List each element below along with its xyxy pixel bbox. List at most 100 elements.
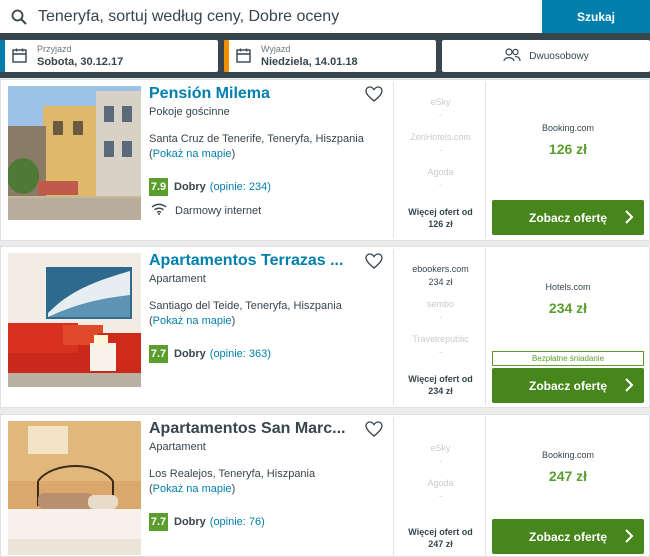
- hotel-card: Pensión Milema Pokoje gościnne Santa Cru…: [0, 79, 650, 241]
- provider-price: -: [439, 110, 442, 120]
- view-deal-button[interactable]: Zobacz ofertę: [492, 200, 644, 235]
- reviews-link[interactable]: (opinie: 234): [210, 181, 271, 193]
- view-deal-label: Zobacz ofertę: [528, 378, 607, 393]
- rating-badge: 7.7: [149, 345, 168, 363]
- show-on-map-link[interactable]: Pokaż na mapie: [153, 148, 232, 160]
- checkout-label: Wyjazd: [261, 44, 291, 54]
- provider-price: -: [439, 491, 442, 501]
- hotel-photo[interactable]: [8, 253, 141, 387]
- provider-price: -: [439, 312, 442, 322]
- checkin-value: Sobota, 30.12.17: [37, 56, 124, 68]
- search-input[interactable]: [38, 7, 528, 26]
- best-provider: Booking.com: [541, 123, 595, 133]
- reviews-link[interactable]: (opinie: 76): [210, 516, 265, 528]
- users-icon: [503, 47, 521, 65]
- hotel-type: Apartament: [149, 273, 206, 285]
- more-offers-label: Więcej ofert od: [408, 374, 473, 384]
- more-offers-price: 126 zł: [428, 219, 453, 229]
- more-offers-link[interactable]: Więcej ofert od 234 zł: [394, 373, 487, 397]
- provider-name[interactable]: eSky: [394, 97, 487, 107]
- hotel-card: Apartamentos Terrazas ... Apartament San…: [0, 246, 650, 408]
- heart-icon[interactable]: [365, 421, 383, 442]
- checkin-field[interactable]: Przyjazd Sobota, 30.12.17: [0, 40, 218, 72]
- hotel-name[interactable]: Apartamentos San Marc...: [149, 420, 346, 438]
- best-offer: Hotels.com 234 zł Bezpłatne śniadanie Zo…: [487, 247, 650, 407]
- provider-name[interactable]: ZenHotels.com: [394, 132, 487, 142]
- checkout-value: Niedziela, 14.01.18: [261, 56, 358, 68]
- hotel-photo[interactable]: [8, 86, 141, 220]
- checkout-field[interactable]: Wyjazd Niedziela, 14.01.18: [224, 40, 436, 72]
- more-offers-price: 247 zł: [428, 539, 453, 549]
- other-offers: ebookers.com 234 zł sembo - Travelrepubl…: [393, 249, 486, 405]
- rating-badge: 7.9: [149, 178, 168, 196]
- provider-name[interactable]: Travelrepublic: [394, 334, 487, 344]
- best-offer: Booking.com 126 zł Zobacz ofertę: [487, 80, 650, 240]
- rating: 7.7 Dobry (opinie: 363): [149, 345, 271, 363]
- rating-text: Dobry: [174, 181, 206, 193]
- view-deal-button[interactable]: Zobacz ofertę: [492, 519, 644, 554]
- room-type-label: Dwuosobowy: [529, 50, 589, 62]
- hotel-type: Pokoje gościnne: [149, 106, 230, 118]
- search-header: Szukaj Przyjazd Sobota, 30.12.17 Wyjazd …: [0, 0, 650, 78]
- hotel-card: Apartamentos San Marc... Apartament Los …: [0, 414, 650, 557]
- more-offers-link[interactable]: Więcej ofert od 126 zł: [394, 206, 487, 230]
- hotel-name[interactable]: Apartamentos Terrazas ...: [149, 252, 343, 270]
- view-deal-label: Zobacz ofertę: [528, 210, 607, 225]
- best-provider: Booking.com: [541, 450, 595, 460]
- provider-name[interactable]: Agoda: [394, 478, 487, 488]
- show-on-map-link[interactable]: Pokaż na mapie: [153, 483, 232, 495]
- checkin-label: Przyjazd: [37, 44, 72, 54]
- more-offers-label: Więcej ofert od: [408, 527, 473, 537]
- free-breakfast-badge: Bezpłatne śniadanie: [492, 351, 644, 366]
- heart-icon[interactable]: [365, 86, 383, 107]
- calendar-icon: [236, 48, 251, 68]
- checkout-accent: [224, 40, 229, 72]
- chevron-right-icon: [624, 528, 634, 547]
- other-offers: eSky - Agoda - Więcej ofert od 247 zł: [393, 417, 486, 556]
- room-type-selector[interactable]: Dwuosobowy: [442, 40, 650, 72]
- show-on-map-link[interactable]: Pokaż na mapie: [153, 315, 232, 327]
- rating-badge: 7.7: [149, 513, 168, 531]
- provider-price: -: [439, 456, 442, 466]
- best-price: 126 zł: [548, 141, 588, 157]
- chevron-right-icon: [624, 209, 634, 228]
- calendar-icon: [12, 48, 27, 68]
- amenity-wifi: Darmowy internet: [151, 203, 261, 218]
- hotel-address: Los Realejos, Teneryfa, Hiszpania: [149, 468, 316, 480]
- best-price: 247 zł: [548, 468, 588, 484]
- search-icon: [0, 0, 38, 33]
- hotel-address-block: Los Realejos, Teneryfa, Hiszpania (Pokaż…: [149, 467, 389, 497]
- rating: 7.9 Dobry (opinie: 234): [149, 178, 271, 196]
- chevron-right-icon: [624, 377, 634, 396]
- rating: 7.7 Dobry (opinie: 76): [149, 513, 265, 531]
- hotel-address-block: Santa Cruz de Tenerife, Teneryfa, Hiszpa…: [149, 132, 389, 162]
- provider-name[interactable]: eSky: [394, 443, 487, 453]
- view-deal-button[interactable]: Zobacz ofertę: [492, 368, 644, 403]
- provider-price: -: [439, 180, 442, 190]
- hotel-name[interactable]: Pensión Milema: [149, 85, 270, 103]
- checkin-accent: [0, 40, 5, 72]
- provider-price: 234 zł: [428, 277, 453, 287]
- search-button[interactable]: Szukaj: [542, 0, 650, 33]
- hotel-address: Santa Cruz de Tenerife, Teneryfa, Hiszpa…: [149, 133, 364, 145]
- provider-price: -: [439, 145, 442, 155]
- best-provider: Hotels.com: [545, 282, 591, 292]
- hotel-photo[interactable]: [8, 421, 141, 555]
- search-box[interactable]: [0, 0, 542, 33]
- other-offers: eSky - ZenHotels.com - Agoda - Więcej of…: [393, 82, 486, 238]
- reviews-link[interactable]: (opinie: 363): [210, 348, 271, 360]
- wifi-icon: [151, 203, 167, 218]
- hotel-address-block: Santiago del Teide, Teneryfa, Hiszpania …: [149, 299, 389, 329]
- view-deal-label: Zobacz ofertę: [528, 529, 607, 544]
- best-offer: Booking.com 247 zł Zobacz ofertę: [487, 415, 650, 556]
- rating-text: Dobry: [174, 516, 206, 528]
- provider-name[interactable]: sembo: [394, 299, 487, 309]
- provider-name[interactable]: Agoda: [394, 167, 487, 177]
- more-offers-link[interactable]: Więcej ofert od 247 zł: [394, 526, 487, 550]
- provider-name[interactable]: ebookers.com: [394, 264, 487, 274]
- best-price: 234 zł: [548, 300, 588, 316]
- more-offers-label: Więcej ofert od: [408, 207, 473, 217]
- provider-price: -: [439, 347, 442, 357]
- heart-icon[interactable]: [365, 253, 383, 274]
- more-offers-price: 234 zł: [428, 386, 453, 396]
